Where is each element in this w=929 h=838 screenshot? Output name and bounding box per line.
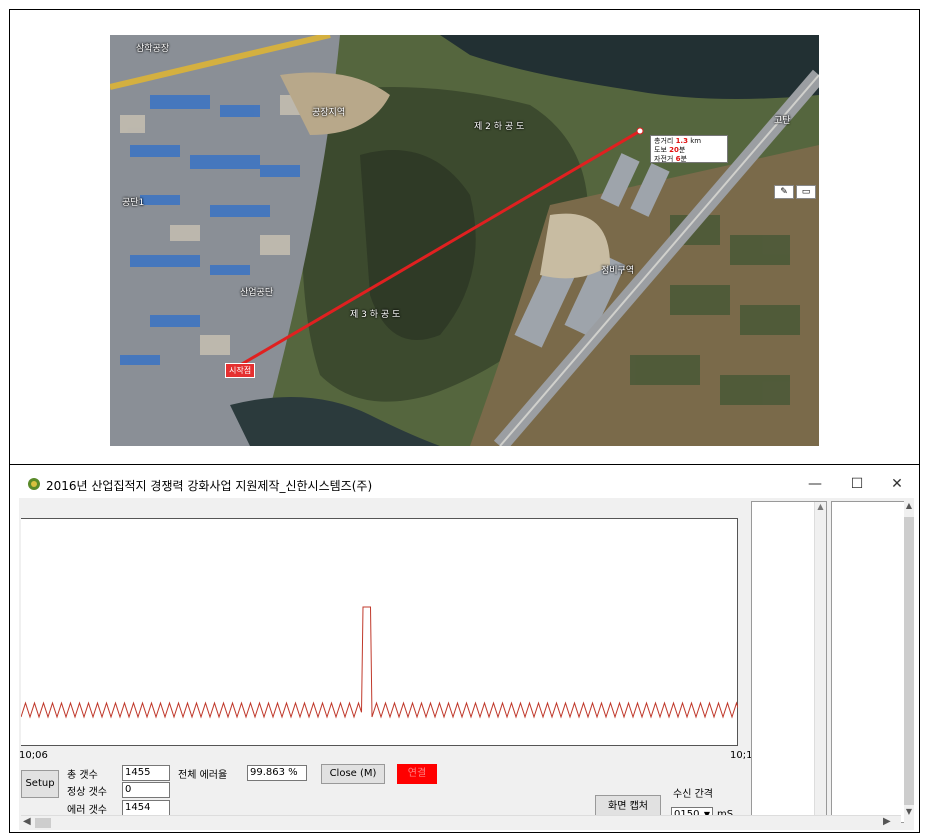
total-error-label: 전체 에러율	[178, 770, 228, 781]
map-panel: 삼학공장 공장지역 제 2 하 공 도 제 3 하 공 도 정비구역 고탄 공단…	[9, 9, 920, 465]
distance-label: 총거리	[654, 137, 674, 145]
error-count-label: 에러 갯수	[67, 805, 107, 816]
close-m-button[interactable]: Close (M)	[321, 764, 385, 784]
app-window: 2016년 산업집적지 경쟁력 강화사업 지원제작_신한시스템즈(주) — ☐ …	[19, 470, 914, 830]
map-label-top-left: 삼학공장	[136, 44, 170, 54]
rect-icon[interactable]: ▭	[796, 185, 816, 199]
bike-unit: 분	[680, 155, 687, 163]
normal-count-label: 정상 갯수	[67, 787, 107, 798]
map-label-right-mid: 정비구역	[601, 266, 635, 276]
distance-unit: km	[690, 137, 702, 145]
main-vertical-scrollbar[interactable]: ▲ ▼	[904, 501, 914, 823]
maximize-button[interactable]: ☐	[839, 472, 875, 496]
map-tools: ✎ ▭	[774, 185, 816, 199]
map-label-left-lower: 산업공단	[240, 288, 274, 298]
app-icon	[28, 478, 40, 490]
scroll-thumb-horizontal[interactable]	[35, 818, 51, 828]
walk-label: 도보	[654, 146, 667, 154]
setup-button[interactable]: Setup	[21, 770, 59, 798]
eraser-icon[interactable]: ✎	[774, 185, 794, 199]
scroll-right-icon[interactable]: ▶	[883, 816, 891, 827]
start-marker[interactable]: 시작점	[225, 363, 256, 378]
map-label-left-mid: 공단1	[122, 198, 145, 208]
walk-row: 도보 20분	[654, 146, 724, 155]
satellite-map[interactable]: 삼학공장 공장지역 제 2 하 공 도 제 3 하 공 도 정비구역 고탄 공단…	[110, 35, 819, 446]
signal-graph	[21, 518, 738, 746]
scroll-down-icon[interactable]: ▼	[904, 807, 914, 816]
map-label-district-2: 제 2 하 공 도	[474, 122, 525, 132]
scroll-up-icon[interactable]: ▲	[904, 501, 914, 510]
bike-row: 자전거 6분	[654, 155, 724, 164]
app-panel: 2016년 산업집적지 경쟁력 강화사업 지원제작_신한시스템즈(주) — ☐ …	[9, 465, 920, 833]
map-label-district-3: 제 3 하 공 도	[350, 310, 401, 320]
walk-unit: 분	[678, 146, 686, 154]
total-count-label: 총 갯수	[67, 770, 98, 781]
scroll-left-icon[interactable]: ◀	[23, 816, 31, 827]
normal-count-field[interactable]: 0	[122, 782, 170, 798]
scroll-up-icon[interactable]: ▲	[817, 502, 823, 511]
map-label-top-center: 공장지역	[312, 108, 346, 118]
signal-waveform	[21, 606, 738, 719]
connection-status-badge: 연결	[397, 764, 437, 784]
bike-label: 자전거	[654, 155, 674, 163]
waveform-line	[21, 606, 738, 719]
route-info-box: 총거리 1.3 km 도보 20분 자전거 6분	[650, 135, 728, 163]
total-count-field[interactable]: 1455	[122, 765, 170, 781]
x-axis-start-label: 10;06	[19, 750, 48, 761]
horizontal-scrollbar[interactable]: ◀ ▶	[21, 815, 901, 829]
minimize-button[interactable]: —	[797, 472, 833, 496]
title-bar[interactable]: 2016년 산업집적지 경쟁력 강화사업 지원제작_신한시스템즈(주) — ☐ …	[19, 470, 914, 498]
distance-value: 1.3	[675, 137, 688, 145]
total-error-field[interactable]: 99.863 %	[247, 765, 307, 781]
close-window-button[interactable]: ✕	[879, 472, 915, 496]
distance-row: 총거리 1.3 km	[654, 137, 724, 146]
list-1-scrollbar[interactable]: ▲	[814, 502, 826, 822]
log-list-2[interactable]	[831, 501, 905, 823]
map-imagery	[110, 35, 819, 446]
error-count-field[interactable]: 1454	[122, 800, 170, 816]
log-list-1[interactable]: ▲	[751, 501, 827, 823]
walk-value: 20	[669, 146, 679, 154]
scroll-thumb[interactable]	[904, 517, 914, 805]
window-title: 2016년 산업집적지 경쟁력 강화사업 지원제작_신한시스템즈(주)	[46, 479, 373, 493]
interval-label: 수신 간격	[673, 789, 713, 800]
map-label-top-right: 고탄	[774, 116, 791, 126]
